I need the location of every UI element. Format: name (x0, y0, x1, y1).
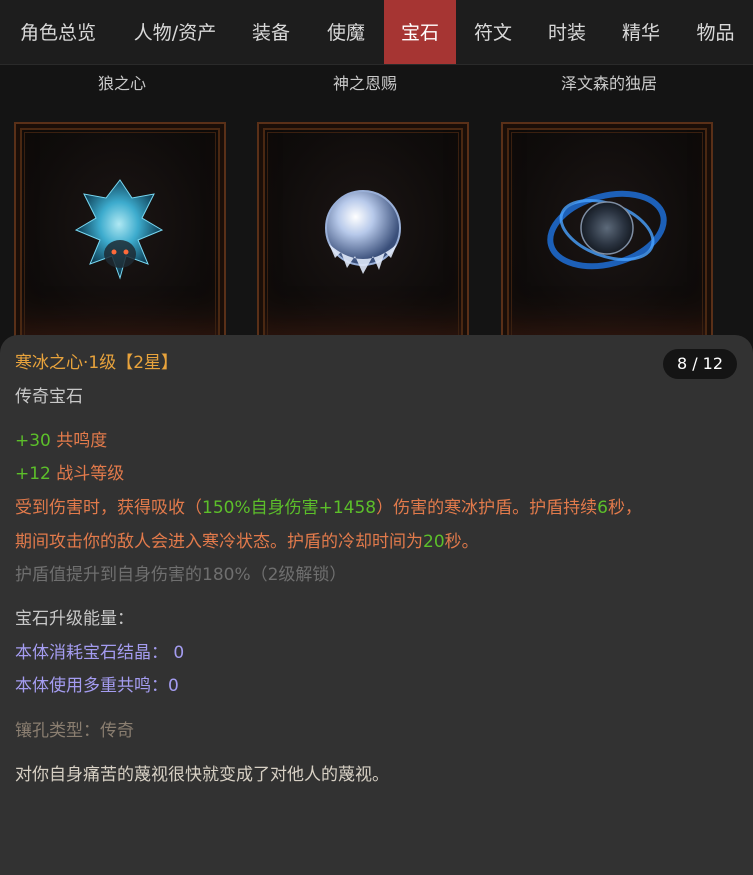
gem-title: 寒冰之心·1级【2星】 (15, 351, 178, 375)
tab-essence[interactable]: 精华 (604, 0, 678, 64)
gem-title-name: 寒冰之心·1级 (15, 353, 117, 373)
effect-highlight: 150%自身伤害+1458 (202, 498, 377, 518)
effect-text: ）伤害的寒冰护盾。护盾持续 (376, 498, 598, 518)
effect-text: 受到伤害时，获得吸收（ (15, 498, 202, 518)
upgrade-resonance-use: 本体使用多重共鸣：0 (15, 676, 179, 696)
gem-card[interactable] (257, 122, 469, 352)
gem-name: 狼之心 (97, 74, 146, 93)
upgrade-heading: 宝石升级能量： (15, 609, 134, 629)
effect-line-1: 受到伤害时，获得吸收（150%自身伤害+1458）伤害的寒冰护盾。护盾持续6秒， (15, 496, 642, 520)
upgrade-crystal-cost: 本体消耗宝石结晶： 0 (15, 643, 185, 663)
gem-star-rating: 【2星】 (116, 353, 179, 373)
gem-name: 神之恩赐 (332, 74, 397, 93)
effect-text: 期间攻击你的敌人会进入寒冷状态。护盾的冷却时间为 (15, 532, 423, 552)
stat-label: 战斗等级 (50, 464, 125, 484)
gem-detail-panel: 寒冰之心·1级【2星】 8 / 12 传奇宝石 +30 共鸣度 +12 战斗等级… (0, 335, 753, 875)
tab-cosmetics[interactable]: 时装 (530, 0, 604, 64)
tab-equipment[interactable]: 装备 (234, 0, 308, 64)
effect-text: 秒， (607, 498, 642, 518)
locked-bonus: 护盾值提升到自身伤害的180%（2级解锁） (15, 565, 347, 585)
gem-card[interactable] (14, 122, 226, 352)
socket-type: 镶孔类型：传奇 (15, 721, 134, 741)
stat-combat-level: +12 战斗等级 (15, 462, 124, 486)
tab-items[interactable]: 物品 (678, 0, 753, 64)
stat-value: +30 (15, 431, 51, 451)
stat-label: 共鸣度 (50, 431, 108, 451)
effect-highlight: 6 (597, 498, 608, 518)
tab-bar: 角色总览 人物/资产 装备 使魔 宝石 符文 时装 精华 物品 (0, 0, 753, 65)
tab-character-assets[interactable]: 人物/资产 (116, 0, 234, 64)
gem-type: 传奇宝石 (15, 387, 83, 407)
gem-card[interactable] (501, 122, 713, 352)
effect-text: 秒。 (444, 532, 479, 552)
effect-line-2: 期间攻击你的敌人会进入寒冷状态。护盾的冷却时间为20秒。 (15, 530, 479, 554)
tab-familiar[interactable]: 使魔 (308, 0, 384, 64)
tab-runes[interactable]: 符文 (456, 0, 530, 64)
stat-resonance: +30 共鸣度 (15, 429, 107, 453)
stat-value: +12 (15, 464, 51, 484)
zerwin-solitude-gem-icon (547, 190, 667, 270)
tab-gems[interactable]: 宝石 (384, 0, 456, 64)
effect-highlight: 20 (423, 532, 445, 552)
gem-count-badge: 8 / 12 (663, 349, 737, 379)
gods-gift-gem-icon (325, 190, 401, 274)
wolf-heart-gem-icon (74, 179, 164, 280)
tab-character-overview[interactable]: 角色总览 (0, 0, 116, 64)
flavor-text: 对你自身痛苦的蔑视很快就变成了对他人的蔑视。 (15, 765, 389, 785)
gem-name: 泽文森的独居 (560, 74, 657, 93)
